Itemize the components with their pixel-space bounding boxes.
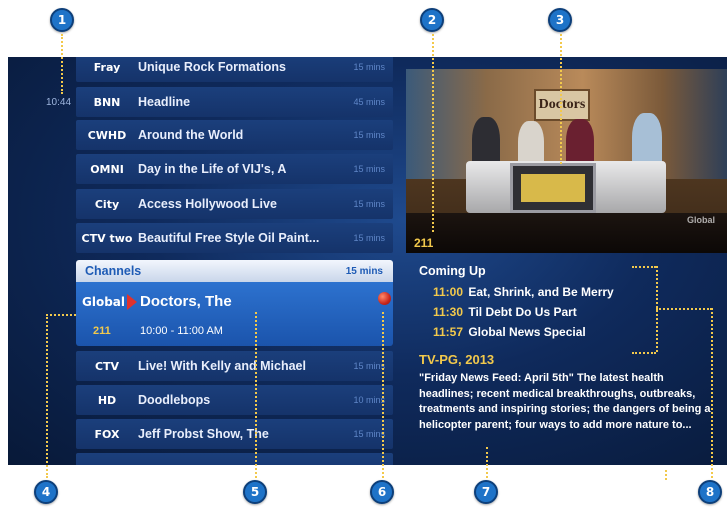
program-title: Beautiful Free Style Oil Paint... [138,231,320,245]
program-details: Coming Up 11:00 Eat, Shrink, and Be Merr… [406,253,727,465]
leader-line-4 [46,314,48,478]
callout-3: 3 [548,8,572,32]
callout-2: 2 [420,8,444,32]
selected-program-title: Doctors, The [140,293,232,310]
video-preview[interactable]: Doctors 211 Global [406,69,727,253]
program-duration: 15 mins [353,199,385,209]
program-duration: 10 mins [353,395,385,405]
program-title: Headline [138,95,191,109]
coming-up-item[interactable]: 11:00 Eat, Shrink, and Be Merry [433,285,614,299]
channel-logo: City [94,197,120,211]
coming-up-title: Eat, Shrink, and Be Merry [468,285,614,299]
channels-header[interactable]: Channels 15 mins [76,260,393,282]
guide-row[interactable]: BNN Headline 45 mins [76,87,393,117]
channel-logo: OMNI [90,162,124,176]
audience-area [406,213,727,253]
leader-line-1 [61,34,63,94]
network-watermark: Global [686,215,715,225]
channel-logo: HD [97,393,117,407]
program-duration: 15 mins [353,62,385,72]
coming-up-item[interactable]: 11:57 Global News Special [433,325,586,339]
leader-line-8a [632,266,656,268]
guide-row[interactable]: CTV two Beautiful Free Style Oil Paint..… [76,223,393,253]
program-title: Jeff Probst Show, The [138,427,269,441]
program-title: Around the World [138,128,244,142]
leader-line-2 [432,34,434,232]
video-channel-number: 211 [414,236,434,250]
coming-up-time: 11:00 [433,285,464,299]
coming-up-title: Global News Special [468,325,586,339]
coming-up-label: Coming Up [419,264,486,278]
channel-logo: FOX [94,427,120,441]
leader-line-7 [486,447,488,478]
show-sign: Doctors [534,89,590,121]
channels-duration: 15 mins [345,265,383,277]
program-duration: 15 mins [353,429,385,439]
program-title: Day in the Life of VIJ's, A [138,162,287,176]
callout-8: 8 [698,480,722,504]
guide-row[interactable]: Fray Unique Rock Formations 15 mins [76,57,393,82]
guide-row[interactable]: CWHD Around the World 15 mins [76,120,393,150]
tv-screen: 10:44 Fray Unique Rock Formations 15 min… [8,57,727,465]
leader-line-5 [255,312,257,478]
channels-label: Channels [85,264,142,278]
current-time: 10:44 [46,97,72,108]
program-title: Doodlebops [138,393,211,407]
guide-row[interactable]: FOX Jeff Probst Show, The 15 mins [76,419,393,449]
guide-row[interactable]: City Access Hollywood Live 15 mins [76,189,393,219]
guide-row[interactable]: CTV Live! With Kelly and Michael 15 mins [76,351,393,381]
program-duration: 15 mins [353,130,385,140]
global-arrow-icon [127,294,138,310]
coming-up-time: 11:57 [433,325,464,339]
guide-row-partial[interactable] [76,453,393,465]
leader-line-8c [632,352,656,354]
callout-5: 5 [243,480,267,504]
coming-up-time: 11:30 [433,305,464,319]
selected-program-time: 10:00 - 11:00 AM [140,325,223,337]
channel-logo: CTV [94,359,120,373]
callout-4: 4 [34,480,58,504]
guide-row[interactable]: OMNI Day in the Life of VIJ's, A 15 mins [76,154,393,184]
program-guide: 10:44 Fray Unique Rock Formations 15 min… [8,57,402,465]
channel-logo: Global [82,290,138,314]
selected-program[interactable]: Global Doctors, The 211 10:00 - 11:00 AM [76,282,393,346]
program-duration: 15 mins [353,233,385,243]
leader-line-8d [656,308,712,310]
leader-line-6 [382,312,384,478]
program-rating: TV-PG, 2013 [419,352,495,367]
guide-row[interactable]: HD Doodlebops 10 mins [76,385,393,415]
selected-channel-number: 211 [93,325,111,337]
program-duration: 15 mins [353,361,385,371]
callout-6: 6 [370,480,394,504]
program-title: Access Hollywood Live [138,197,277,211]
program-title: Live! With Kelly and Michael [138,359,306,373]
program-title: Unique Rock Formations [138,60,286,74]
callout-1: 1 [50,8,74,32]
leader-line-3 [560,34,562,164]
channel-logo: CTV two [81,231,133,245]
leader-line-8 [711,308,713,478]
program-duration: 15 mins [353,164,385,174]
studio-monitor [510,163,596,213]
channel-logo: Fray [93,60,121,74]
coming-up-item[interactable]: 11:30 Til Debt Do Us Part [433,305,577,319]
channel-logo: BNN [93,95,121,109]
callout-7: 7 [474,480,498,504]
channel-logo-text: Global [82,295,126,309]
program-description: "Friday News Feed: April 5th" The latest… [419,372,711,431]
coming-up-title: Til Debt Do Us Part [468,305,577,319]
leader-line-4a [46,314,76,316]
record-icon[interactable] [378,292,391,305]
channel-logo: CWHD [87,128,127,142]
program-duration: 45 mins [353,97,385,107]
leader-line-8e [665,470,667,480]
